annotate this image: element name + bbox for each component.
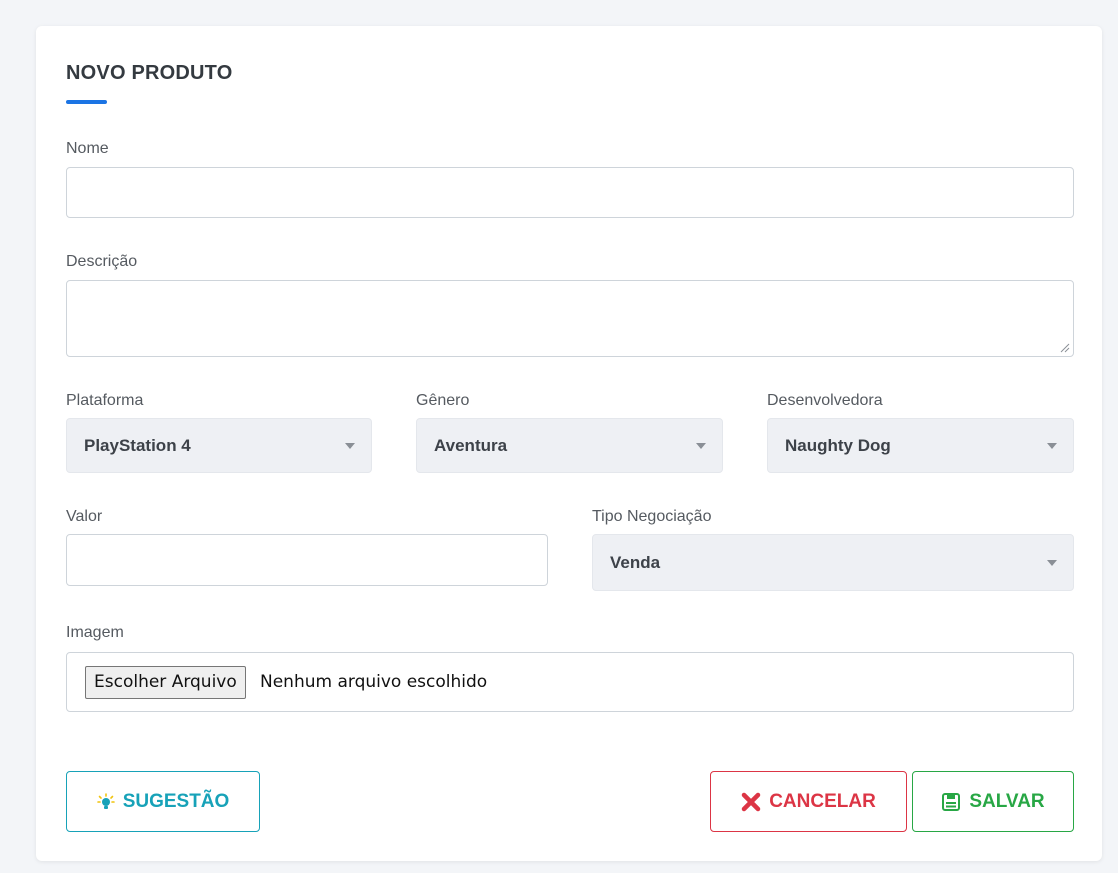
nome-input[interactable] [66, 167, 1074, 218]
imagem-file-input: Escolher Arquivo Nenhum arquivo escolhid… [66, 652, 1074, 712]
plataforma-label: Plataforma [66, 392, 144, 409]
plataforma-value: PlayStation 4 [84, 435, 191, 455]
desenvolvedora-value: Naughty Dog [785, 435, 891, 455]
genero-label: Gênero [416, 392, 470, 409]
caret-down-icon [696, 442, 706, 449]
resize-handle-icon[interactable] [1060, 343, 1070, 353]
product-form-card: NOVO PRODUTO Nome Descrição Plataforma P… [36, 26, 1102, 861]
choose-file-button[interactable]: Escolher Arquivo [85, 666, 246, 699]
valor-input[interactable] [66, 534, 548, 586]
lightbulb-icon [96, 792, 115, 809]
tipo-negociacao-select[interactable]: Venda [592, 534, 1074, 591]
caret-down-icon [345, 442, 355, 449]
cancel-button[interactable]: CANCELAR [710, 771, 907, 832]
title-underline [66, 100, 107, 104]
save-button-label: SALVAR [969, 790, 1045, 812]
suggest-button[interactable]: SUGESTÃO [66, 771, 260, 832]
cancel-button-label: CANCELAR [769, 790, 876, 812]
descricao-textarea[interactable] [66, 280, 1074, 357]
close-icon [741, 792, 761, 811]
save-button[interactable]: SALVAR [912, 771, 1074, 832]
imagem-label: Imagem [66, 624, 124, 641]
desenvolvedora-label: Desenvolvedora [767, 392, 883, 409]
tipo-negociacao-value: Venda [610, 552, 661, 572]
nome-label: Nome [66, 140, 109, 157]
save-icon [942, 792, 961, 811]
page-title: NOVO PRODUTO [66, 62, 233, 84]
descricao-label: Descrição [66, 253, 138, 270]
plataforma-select[interactable]: PlayStation 4 [66, 418, 372, 473]
genero-select[interactable]: Aventura [416, 418, 723, 473]
valor-label: Valor [66, 508, 103, 525]
caret-down-icon [1047, 442, 1057, 449]
file-status-text: Nenhum arquivo escolhido [260, 672, 488, 692]
desenvolvedora-select[interactable]: Naughty Dog [767, 418, 1074, 473]
genero-value: Aventura [434, 435, 508, 455]
tipo-negociacao-label: Tipo Negociação [592, 508, 712, 525]
caret-down-icon [1047, 559, 1057, 566]
suggest-button-label: SUGESTÃO [122, 790, 230, 812]
